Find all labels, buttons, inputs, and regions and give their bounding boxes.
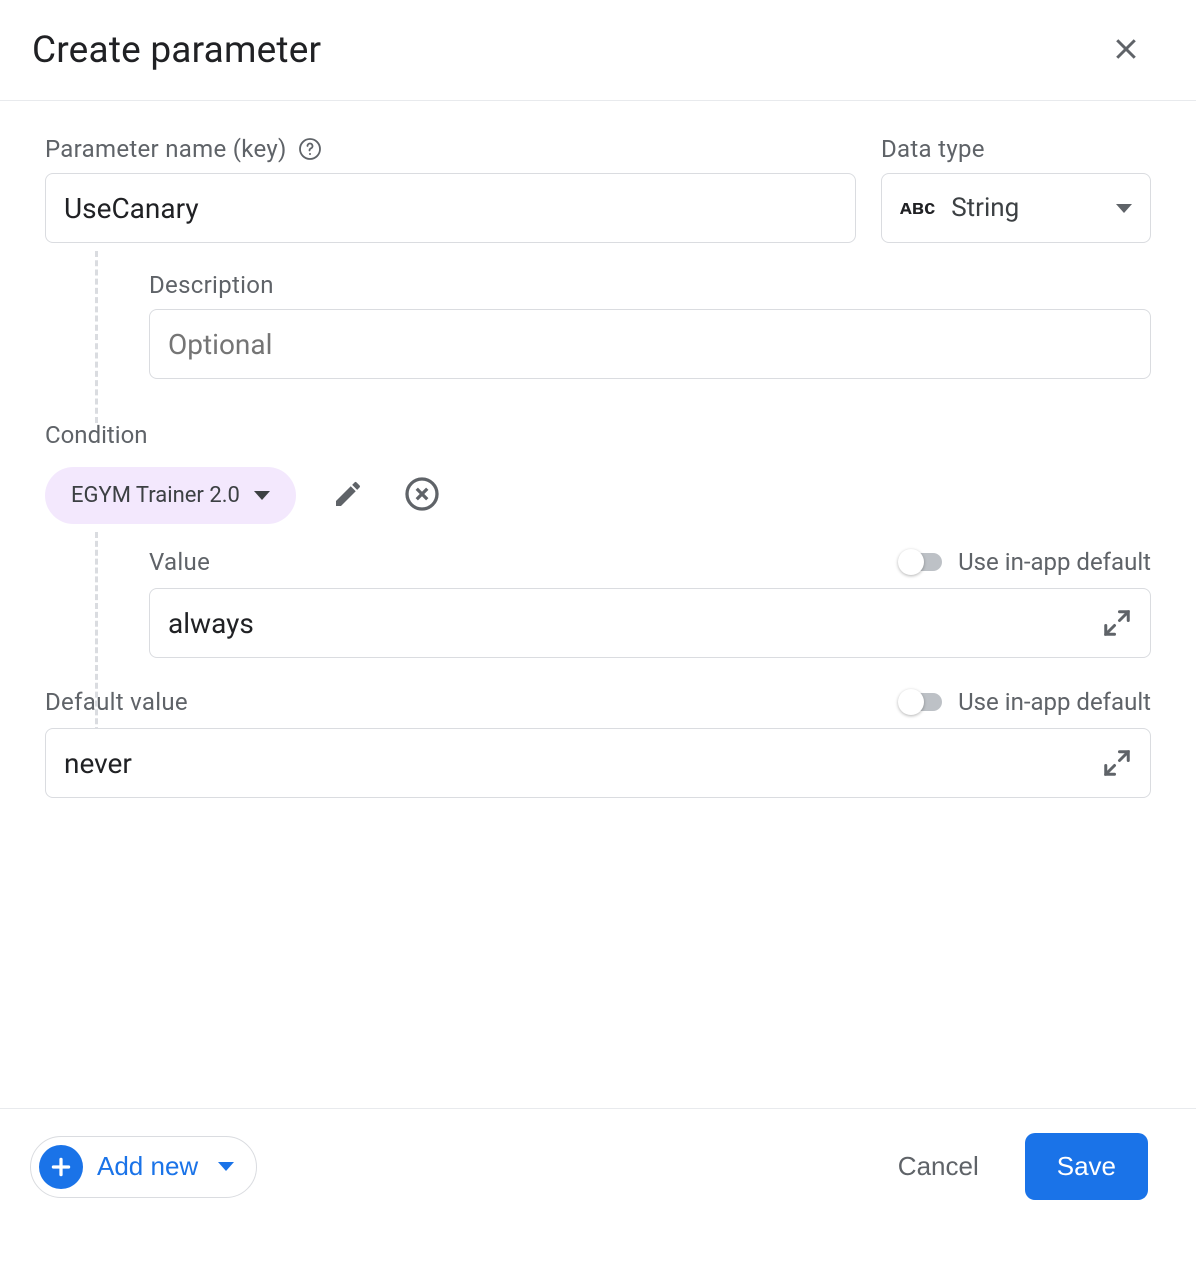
description-block: Description <box>45 243 1151 379</box>
data-type-value: String <box>951 193 1019 223</box>
expand-icon[interactable] <box>1101 747 1133 779</box>
description-input[interactable] <box>149 309 1151 379</box>
dialog-header: Create parameter <box>0 0 1196 101</box>
dialog-footer: Add new Cancel Save <box>0 1108 1196 1224</box>
save-button[interactable]: Save <box>1025 1133 1148 1200</box>
circle-x-icon <box>404 476 440 515</box>
dialog-title: Create parameter <box>32 29 321 72</box>
default-value-input[interactable] <box>45 728 1151 798</box>
use-in-app-default-label: Use in-app default <box>958 548 1151 576</box>
condition-chip[interactable]: EGYM Trainer 2.0 <box>45 467 296 524</box>
add-new-button[interactable]: Add new <box>30 1136 257 1198</box>
expand-icon[interactable] <box>1101 607 1133 639</box>
help-icon[interactable] <box>297 136 323 162</box>
data-type-field: Data type ᴀʙᴄ String <box>881 135 1151 243</box>
chevron-down-icon <box>218 1162 234 1171</box>
description-label: Description <box>149 271 274 299</box>
parameter-name-input[interactable] <box>45 173 856 243</box>
add-new-label: Add new <box>97 1151 198 1182</box>
remove-condition-button[interactable] <box>400 474 444 518</box>
condition-value-label: Value <box>149 548 210 576</box>
cancel-button[interactable]: Cancel <box>876 1135 1001 1198</box>
pencil-icon <box>332 478 364 513</box>
data-type-label: Data type <box>881 135 985 163</box>
close-icon <box>1111 34 1141 67</box>
parameter-name-field: Parameter name (key) <box>45 135 856 243</box>
chevron-down-icon <box>254 491 270 500</box>
use-in-app-default-toggle-default[interactable] <box>900 693 942 711</box>
tree-connector <box>95 251 98 423</box>
dropdown-icon <box>1116 204 1132 213</box>
plus-icon <box>39 1145 83 1189</box>
condition-value-input[interactable] <box>149 588 1151 658</box>
parameter-name-label: Parameter name (key) <box>45 135 287 163</box>
data-type-select[interactable]: ᴀʙᴄ String <box>881 173 1151 243</box>
edit-condition-button[interactable] <box>326 474 370 518</box>
use-in-app-default-toggle-condition[interactable] <box>900 553 942 571</box>
tree-connector <box>95 532 98 742</box>
use-in-app-default-label: Use in-app default <box>958 688 1151 716</box>
default-value-header: Default value Use in-app default <box>45 688 1151 716</box>
condition-chip-label: EGYM Trainer 2.0 <box>71 483 240 508</box>
condition-section-label: Condition <box>45 421 1151 449</box>
close-button[interactable] <box>1104 28 1148 72</box>
condition-row: EGYM Trainer 2.0 <box>45 467 1151 524</box>
default-value-label: Default value <box>45 688 188 716</box>
condition-value-block: Value Use in-app default <box>45 524 1151 658</box>
string-type-icon: ᴀʙᴄ <box>900 197 935 220</box>
